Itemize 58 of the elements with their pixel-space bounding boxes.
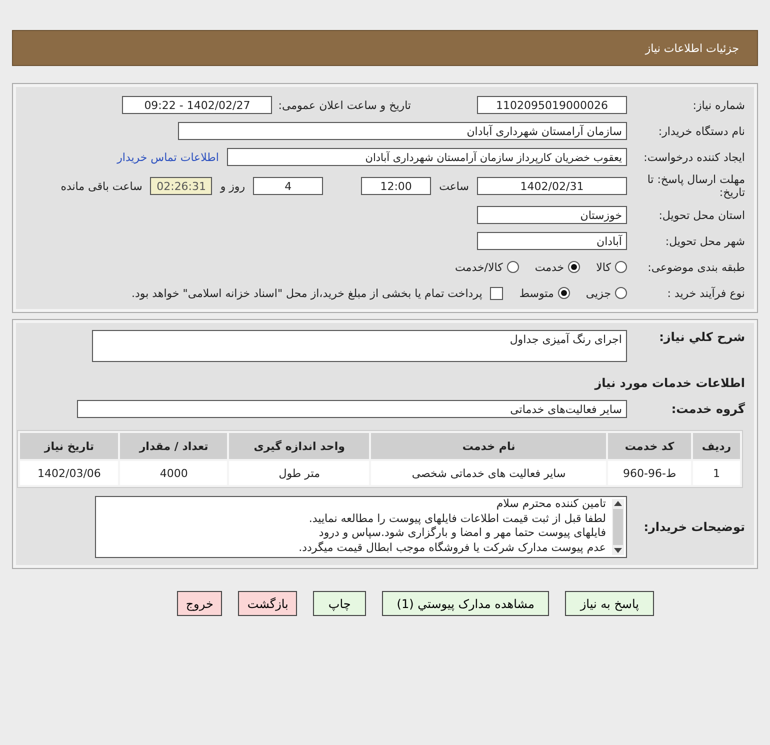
process-radio[interactable]: متوسط [519,286,570,300]
time-label: ساعت [438,180,470,192]
need-number-field: 1102095019000026 [477,96,627,114]
field-label: توضیحات خریدار: [642,520,745,534]
field-label: مهلت ارسال پاسخ: تا تاریخ: [646,173,745,199]
field-label: تاریخ و ساعت اعلان عمومی: [277,98,412,112]
field-label: شرح کلي نياز: [658,330,745,344]
category-radio[interactable]: خدمت [534,260,580,274]
table-cell: 1402/03/06 [20,461,118,485]
summary-field: اجرای رنگ آمیزی جداول [92,330,627,362]
column-header: تعداد / مقدار [120,433,228,459]
table-cell: متر طول [229,461,370,485]
field-label: نوع فرآیند خرید : [666,286,745,300]
days-field: 4 [253,177,324,195]
deadline-time-field: 12:00 [361,177,432,195]
page-title: جزئیات اطلاعات نیاز [645,42,739,54]
province-field: خوزستان [477,206,627,224]
field-label: شماره نیاز: [692,98,745,112]
column-header: تاریخ نیاز [20,433,118,459]
column-header: نام خدمت [371,433,606,459]
table-cell: سایر فعالیت های خدماتی شخصی [371,461,606,485]
creator-field: یعقوب خضریان کارپرداز سازمان آرامستان شهرداری آبادان [227,148,627,166]
deadline-date-field: 1402/02/31 [477,177,627,195]
buyer-contact-link[interactable]: اطلاعات تماس خریدار [117,150,219,164]
notes-line: لطفا قبل از ثبت قیمت اطلاعات فایلهای پیوست را مطالعه نمایید. [308,512,606,526]
city-field: آبادان [477,232,627,250]
remaining-time-field: 02:26:31 [150,177,212,195]
action-button[interactable]: پاسخ به نیاز [565,591,654,616]
notes-line: عدم پیوست مدارک شرکت یا فروشگاه موجب ابطال قیمت میگردد. [298,540,606,555]
scrollbar[interactable] [612,499,624,555]
field-label: ایجاد کننده درخواست: [642,150,745,164]
action-button[interactable]: مشاهده مدارک پیوستي (1) [382,591,550,616]
category-radio[interactable]: کالا/خدمت [455,260,519,274]
table-cell: 4000 [120,461,228,485]
action-button[interactable]: چاپ [313,591,366,616]
days-label: روز و [218,180,246,192]
process-radio[interactable]: جزیی [586,286,627,300]
category-radio[interactable]: کالا [596,260,627,274]
field-label: نام دستگاه خریدار: [657,124,745,138]
buyer-org-field: سازمان آرامستان شهرداری آبادان [178,122,627,140]
announce-date-field: 1402/02/27 - 09:22 [122,96,272,114]
field-label: طبقه بندی موضوعی: [646,260,745,274]
action-button[interactable]: خروج [176,591,222,616]
field-label: شهر محل تحویل: [664,234,745,248]
field-label: گروه خدمت: [670,402,745,416]
table-cell: 1 [693,461,740,485]
service-group-field: سایر فعالیت‌های خدماتی [77,400,627,418]
field-label: استان محل تحویل: [658,208,745,222]
column-header: واحد اندازه گیری [229,433,370,459]
remaining-label: ساعت باقی مانده [60,180,144,192]
payment-checkbox[interactable]: پرداخت تمام یا بخشی از مبلغ خرید،از محل "اسناد خزانه اسلامی" خواهد بود. [132,286,504,300]
column-header: ردیف [693,433,740,459]
section-heading: اطلاعات خدمات مورد نیاز [594,376,745,390]
column-header: کد خدمت [608,433,692,459]
notes-line: فایلهای پیوست حتما مهر و امضا و بارگزاری شود.سپاس و درود [318,526,606,540]
table-cell: ط-96-960 [608,461,692,485]
notes-line: تامین کننده محترم سلام [495,497,606,512]
action-button[interactable]: بازگشت [238,591,298,616]
